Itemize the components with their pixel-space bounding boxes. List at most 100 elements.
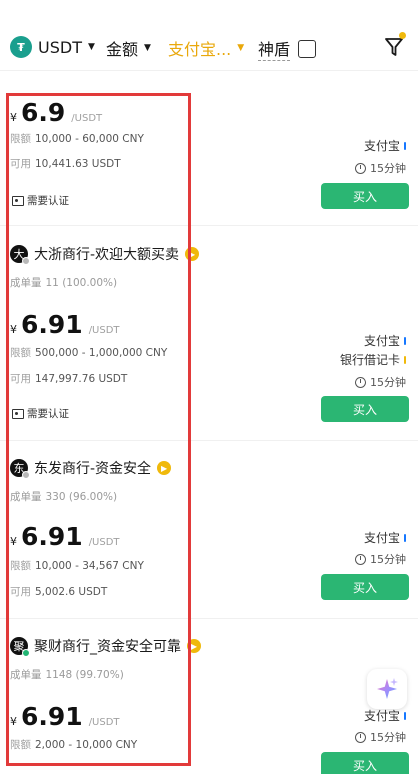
price-value: 6.91 [21,702,83,731]
merchant-avatar: 东 [10,459,30,479]
limit-value: 2,000 - 10,000 CNY [35,739,138,751]
verification-label: 需要认证 [27,195,69,207]
sparkle-icon [377,678,398,699]
payment-method: 支付宝 [364,137,406,154]
buy-button[interactable]: 买入 [321,183,409,209]
price-unit: /USDT [88,717,120,728]
order-stats: 成单量 1148 (99.70%) [10,667,124,682]
available-value: 10,441.63 USDT [35,158,121,170]
limit-value: 10,000 - 60,000 CNY [35,133,144,145]
shield-filter-label: 神盾 [258,36,291,61]
divider [0,440,418,441]
available-value: 147,997.76 USDT [35,373,128,385]
merchant-avatar: 大 [10,245,30,265]
alipay-color-bar [404,711,406,720]
price-value: 6.91 [21,310,83,339]
amount-filter[interactable]: 金额 ▼ [106,36,151,60]
clock-icon [355,376,366,388]
currency-symbol: ¥ [10,535,17,548]
caret-down-icon: ▼ [237,43,245,53]
payment-method-label: 支付宝 [363,531,400,545]
divider [0,70,418,71]
limit-label: 限额 [10,347,31,359]
shield-filter[interactable]: 神盾 [258,36,317,61]
limit-line: 限额 2,000 - 10,000 CNY [10,737,137,752]
payment-method-label: 支付宝 [363,139,400,153]
alipay-color-bar [404,336,406,345]
payment-filter[interactable]: 支付宝... ▼ [168,36,244,60]
limit-line: 限额 500,000 - 1,000,000 CNY [10,345,167,360]
merchant-name[interactable]: 东 东发商行-资金安全 ▶ [10,458,172,479]
merchant-label: 聚财商行_资金安全可靠 [34,639,181,655]
clock-icon [355,731,366,743]
price: ¥ 6.91 /USDT [10,702,120,731]
payment-time: 15分钟 [355,729,406,745]
merchant-name[interactable]: 聚 聚财商行_资金安全可靠 ▶ [10,636,201,657]
payment-time: 15分钟 [355,374,406,390]
price: ¥ 6.91 /USDT [10,522,120,551]
available-value: 5,002.6 USDT [35,586,108,598]
merchant-avatar: 聚 [10,637,30,657]
id-card-icon [12,195,24,206]
price-unit: /USDT [71,113,103,124]
available-line: 可用 5,002.6 USDT [10,584,107,599]
coin-filter[interactable]: ₮ USDT ▼ [10,36,95,58]
order-stats: 成单量 330 (96.00%) [10,489,117,504]
filter-funnel-icon[interactable] [384,32,406,58]
buy-button[interactable]: 买入 [321,752,409,774]
payment-method-label: 支付宝 [363,709,400,723]
orders-value: 11 (100.00%) [45,277,118,289]
limit-label: 限额 [10,133,31,145]
verified-merchant-icon: ▶ [187,639,201,653]
assistant-sparkle-button[interactable] [367,669,407,709]
available-label: 可用 [10,373,31,385]
merchant-name[interactable]: 大 大浙商行-欢迎大额买卖 ▶ [10,244,200,265]
available-line: 可用 10,441.63 USDT [10,156,121,171]
alipay-color-bar [404,533,406,542]
verified-merchant-icon: ▶ [185,247,200,261]
payment-method: 支付宝 [364,707,406,724]
orders-label: 成单量 [10,491,42,503]
payment-time-label: 15分钟 [370,553,406,566]
payment-method: 支付宝 [364,332,406,349]
payment-method-label: 支付宝 [363,334,400,348]
verified-merchant-icon: ▶ [157,461,172,475]
price-unit: /USDT [88,325,120,336]
shield-checkbox[interactable] [298,39,317,58]
payment-time: 15分钟 [355,160,406,176]
coin-filter-label: USDT [38,37,82,57]
payment-method-label: 银行借记卡 [339,353,400,367]
limit-value: 10,000 - 34,567 CNY [35,560,144,572]
price: ¥ 6.91 /USDT [10,310,120,339]
price: ¥ 6.9 /USDT [10,98,102,127]
limit-label: 限额 [10,739,31,751]
buy-button[interactable]: 买入 [321,396,409,422]
usdt-coin-icon: ₮ [10,36,32,58]
caret-down-icon: ▼ [87,42,95,52]
divider [0,618,418,619]
verification-required: 需要认证 [12,406,69,421]
orders-value: 330 (96.00%) [45,491,118,503]
payment-method: 支付宝 [364,529,406,546]
verification-required: 需要认证 [12,193,69,208]
payment-time-label: 15分钟 [370,731,406,744]
filter-bar: ₮ USDT ▼ 金额 ▼ 支付宝... ▼ 神盾 [0,0,418,70]
alipay-color-bar [404,141,406,150]
available-label: 可用 [10,586,31,598]
payment-time-label: 15分钟 [370,376,406,389]
payment-time-label: 15分钟 [370,162,406,175]
currency-symbol: ¥ [10,323,17,336]
limit-line: 限额 10,000 - 34,567 CNY [10,558,144,573]
orders-value: 1148 (99.70%) [45,669,124,681]
currency-symbol: ¥ [10,111,17,124]
buy-button[interactable]: 买入 [321,574,409,600]
limit-label: 限额 [10,560,31,572]
orders-label: 成单量 [10,669,42,681]
available-line: 可用 147,997.76 USDT [10,371,127,386]
verification-label: 需要认证 [27,408,69,420]
payment-filter-label: 支付宝... [168,40,232,59]
merchant-label: 大浙商行-欢迎大额买卖 [34,247,180,263]
limit-line: 限额 10,000 - 60,000 CNY [10,131,144,146]
currency-symbol: ¥ [10,715,17,728]
price-value: 6.91 [21,522,83,551]
